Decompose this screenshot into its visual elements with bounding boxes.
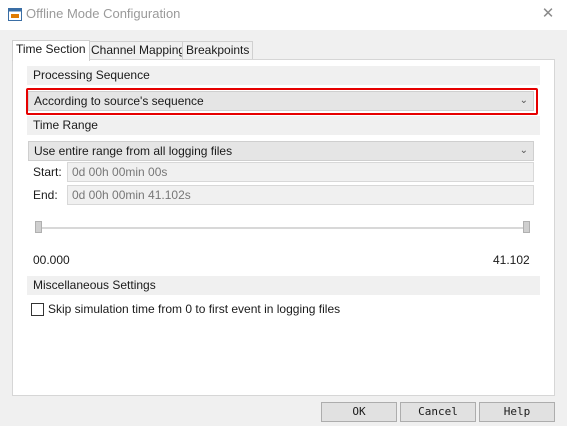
tab-channel-mapping[interactable]: Channel Mapping <box>87 41 190 60</box>
range-min-label: 00.000 <box>33 253 70 267</box>
window-title: Offline Mode Configuration <box>26 6 181 21</box>
skip-time-label[interactable]: Skip simulation time from 0 to first eve… <box>48 302 340 316</box>
misc-settings-header: Miscellaneous Settings <box>27 276 540 295</box>
tab-breakpoints[interactable]: Breakpoints <box>182 41 254 60</box>
close-icon[interactable]: ✕ <box>540 6 556 22</box>
time-range-header: Time Range <box>27 116 540 135</box>
highlight-box <box>26 88 538 115</box>
processing-sequence-header: Processing Sequence <box>27 66 540 85</box>
title-bar: Offline Mode Configuration ✕ <box>0 0 567 30</box>
slider-start-handle[interactable] <box>35 221 42 233</box>
time-range-slider-track[interactable] <box>38 227 528 229</box>
end-label: End: <box>33 188 58 202</box>
skip-time-checkbox[interactable] <box>31 303 44 316</box>
start-field: 0d 00h 00min 00s <box>67 162 534 182</box>
time-range-dropdown[interactable]: Use entire range from all logging files … <box>28 141 534 161</box>
ok-button[interactable]: OK <box>321 402 397 422</box>
cancel-button[interactable]: Cancel <box>400 402 476 422</box>
end-field: 0d 00h 00min 41.102s <box>67 185 534 205</box>
time-range-value: Use entire range from all logging files <box>34 144 233 158</box>
start-label: Start: <box>33 165 62 179</box>
slider-end-handle[interactable] <box>523 221 530 233</box>
chevron-down-icon: ⌄ <box>519 145 528 156</box>
help-button[interactable]: Help <box>479 402 555 422</box>
app-icon <box>8 8 22 21</box>
tab-time-section[interactable]: Time Section <box>12 40 90 61</box>
range-max-label: 41.102 <box>493 253 530 267</box>
